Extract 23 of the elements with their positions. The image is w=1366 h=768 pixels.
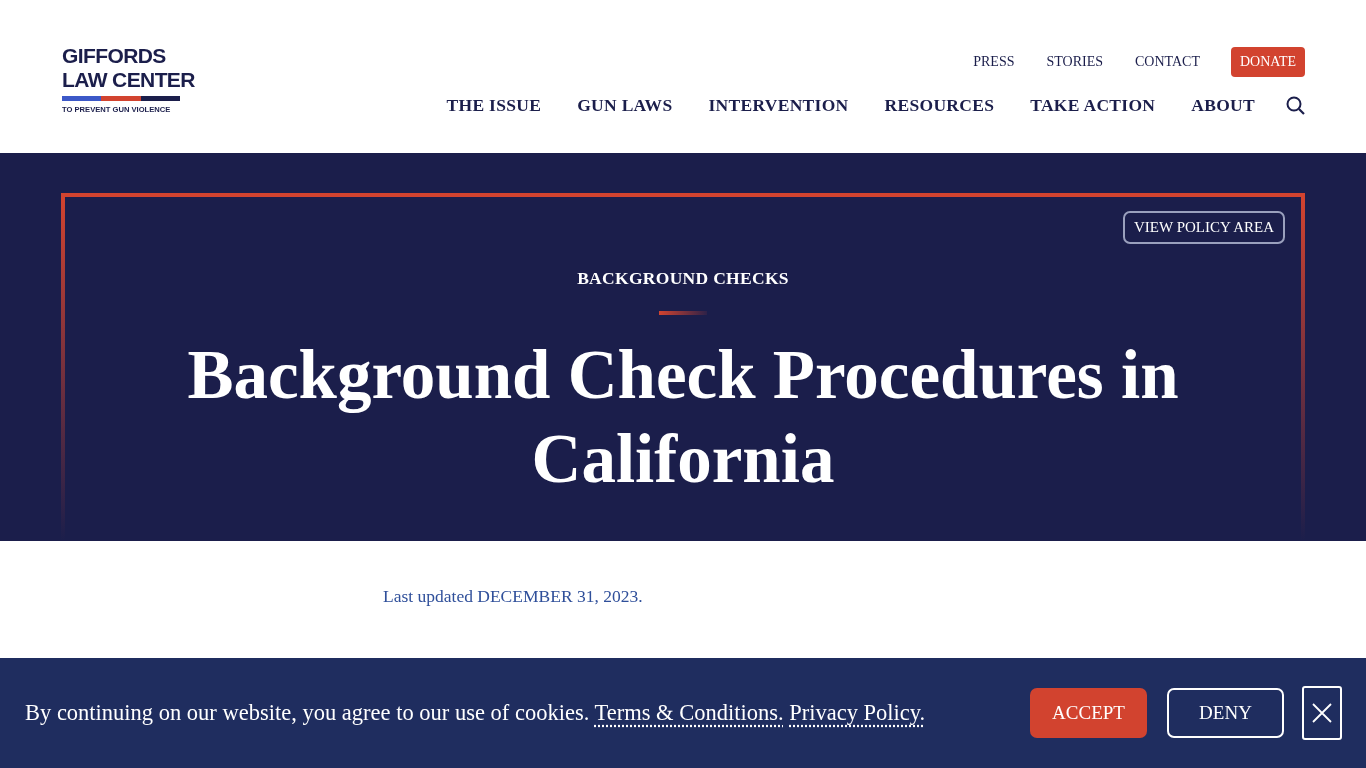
main-nav-link[interactable]: GUN LAWS: [577, 95, 673, 116]
page-title: Background Check Procedures in California: [186, 336, 1180, 499]
utility-nav-link[interactable]: CONTACT: [1135, 54, 1200, 70]
view-policy-area-button[interactable]: VIEW POLICY AREA: [1123, 211, 1285, 244]
policy-link[interactable]: Privacy Policy.: [789, 700, 926, 725]
donate-button[interactable]: DONATE: [1231, 47, 1305, 77]
main-nav-link[interactable]: RESOURCES: [884, 95, 995, 116]
search-icon[interactable]: [1286, 96, 1305, 115]
logo[interactable]: GIFFORDS LAW CENTER: [62, 43, 195, 92]
close-icon: [1312, 703, 1332, 723]
main-nav-link[interactable]: INTERVENTION: [708, 95, 849, 116]
main-nav-link[interactable]: THE ISSUE: [446, 95, 542, 116]
main-nav-link[interactable]: ABOUT: [1191, 95, 1255, 116]
policy-link[interactable]: Terms & Conditions.: [594, 700, 784, 725]
last-updated-text: Last updated DECEMBER 31, 2023.: [383, 586, 644, 607]
utility-nav-link[interactable]: PRESS: [973, 54, 1015, 70]
hero-eyebrow: BACKGROUND CHECKS: [577, 268, 789, 289]
deny-button[interactable]: DENY: [1167, 688, 1284, 738]
utility-nav-link[interactable]: STORIES: [1046, 54, 1103, 70]
cookie-notice: By continuing on our website, you agree to our use of cookies. Terms & Conditions. Privacy Policy.: [25, 700, 927, 726]
close-button[interactable]: [1302, 686, 1342, 740]
main-nav-link[interactable]: TAKE ACTION: [1030, 95, 1156, 116]
accept-button[interactable]: ACCEPT: [1030, 688, 1147, 738]
